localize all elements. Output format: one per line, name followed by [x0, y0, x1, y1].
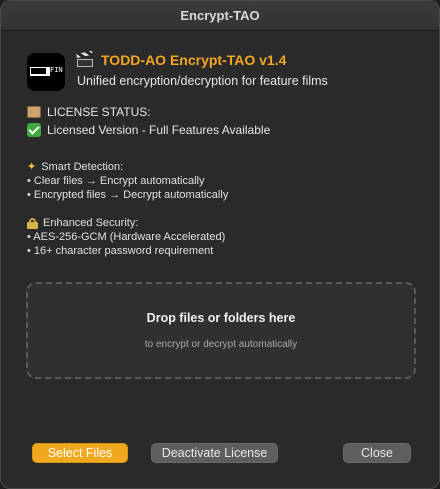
smart-detection-section: ✦ Smart Detection: • Clear files → Encry… [27, 160, 228, 202]
security-heading: Enhanced Security: [43, 217, 139, 229]
drop-zone-title: Drop files or folders here [146, 311, 296, 325]
app-logo-icon: FIN [27, 53, 65, 91]
list-item: • Encrypted files → Decrypt automaticall… [27, 189, 229, 201]
license-status: Licensed Version - Full Features Availab… [27, 123, 270, 137]
license-heading-text: LICENSE STATUS: [47, 105, 151, 119]
deactivate-license-button[interactable]: Deactivate License [151, 443, 278, 463]
drop-zone-subtitle: to encrypt or decrypt automatically [144, 339, 298, 350]
app-header: FIN TODD-AO Encrypt-TAO v1.4 Unified enc… [27, 50, 328, 91]
license-heading: LICENSE STATUS: [27, 105, 151, 119]
select-files-button[interactable]: Select Files [32, 443, 128, 463]
check-icon [27, 123, 41, 137]
close-button[interactable]: Close [343, 443, 411, 463]
lock-icon [27, 218, 38, 229]
list-item: • AES-256-GCM (Hardware Accelerated) [27, 231, 226, 243]
scroll-icon [27, 106, 41, 118]
window-title: Encrypt-TAO [180, 8, 260, 23]
clapperboard-icon [76, 50, 93, 67]
app-title: TODD-AO Encrypt-TAO v1.4 [76, 50, 328, 68]
list-item: • 16+ character password requirement [27, 245, 214, 257]
list-item: • Clear files → Encrypt automatically [27, 175, 205, 187]
app-window: Encrypt-TAO FIN TODD-AO Encrypt-TAO v1.4… [0, 0, 440, 489]
smart-detection-heading: Smart Detection: [41, 161, 124, 173]
sparkle-icon: ✦ [27, 161, 37, 173]
security-section: Enhanced Security: • AES-256-GCM (Hardwa… [27, 216, 225, 258]
file-drop-zone[interactable]: Drop files or folders here to encrypt or… [26, 282, 416, 379]
app-logo-text: FIN [50, 66, 63, 74]
app-title-text: TODD-AO Encrypt-TAO v1.4 [101, 52, 287, 68]
window-titlebar[interactable]: Encrypt-TAO [1, 1, 439, 31]
license-status-text: Licensed Version - Full Features Availab… [47, 123, 271, 137]
app-subtitle: Unified encryption/decryption for featur… [77, 74, 328, 88]
